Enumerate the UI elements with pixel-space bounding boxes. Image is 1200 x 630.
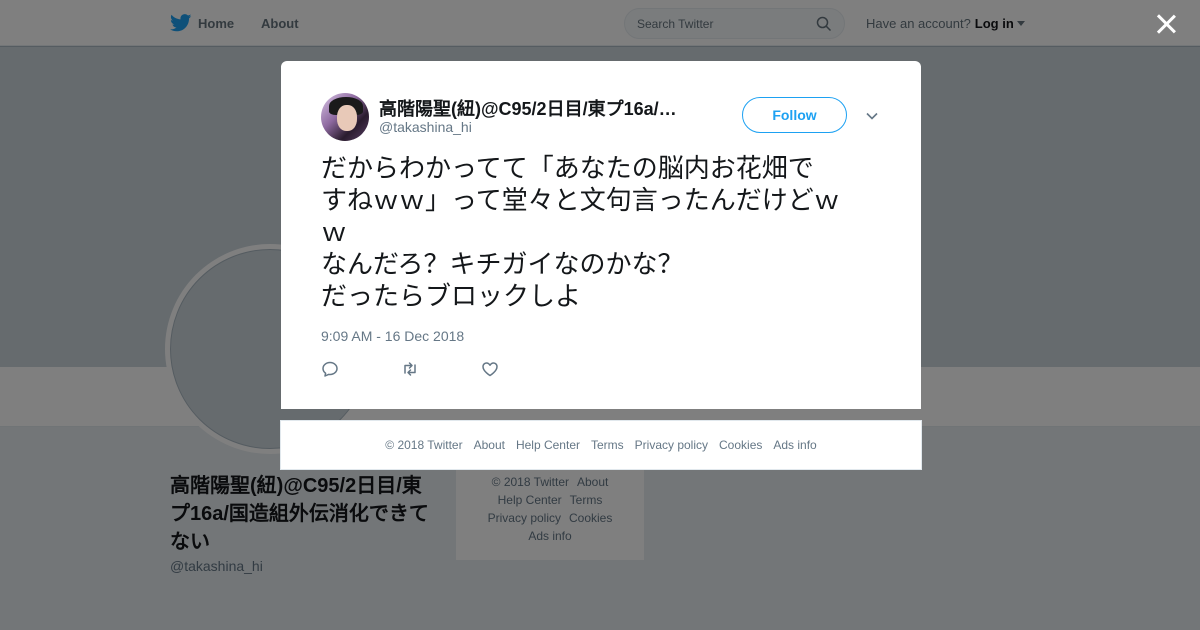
modal-footer: © 2018 Twitter About Help Center Terms P… [280, 420, 922, 470]
footer-privacy-link[interactable]: Privacy policy [635, 438, 708, 452]
author-handle[interactable]: @takashina_hi [379, 119, 472, 135]
tweet-text-line: ｗ [321, 218, 348, 248]
footer-about-link[interactable]: About [474, 438, 505, 452]
chevron-down-icon[interactable] [865, 109, 879, 123]
tweet-modal: 高階陽聖(紐)@C95/2日目/東プ16a/国造組外伝消化できてない @taka… [281, 61, 921, 409]
footer-cookies-link[interactable]: Cookies [719, 438, 762, 452]
retweet-icon [404, 362, 416, 376]
tweet-text-line: なんだろ？キチガイなのかな？ [321, 250, 684, 280]
close-icon[interactable] [1153, 11, 1179, 37]
follow-button[interactable]: Follow [742, 97, 847, 133]
footer-help-link[interactable]: Help Center [516, 438, 580, 452]
tweet-text-line: だったらブロックしよ [321, 282, 582, 312]
author-name[interactable]: 高階陽聖(紐)@C95/2日目/東プ16a/国造組外伝消化できてない [379, 95, 684, 121]
like-button[interactable] [481, 359, 561, 379]
tweet-actions [321, 359, 561, 379]
tweet-timestamp[interactable]: 9:09 AM - 16 Dec 2018 [321, 328, 464, 344]
tweet-text-line: だからわかってて「あなたの脳内お花畑で [321, 154, 814, 184]
footer-ads-link[interactable]: Ads info [773, 438, 816, 452]
footer-copyright: © 2018 Twitter [385, 438, 463, 452]
reply-icon [322, 361, 338, 377]
footer-terms-link[interactable]: Terms [591, 438, 624, 452]
reply-button[interactable] [321, 359, 401, 379]
tweet-text: だからわかってて「あなたの脳内お花畑で すねｗｗ」って堂々と文句言ったんだけどｗ… [321, 153, 886, 313]
tweet-text-line: すねｗｗ」って堂々と文句言ったんだけどｗ [321, 186, 840, 216]
author-avatar[interactable] [321, 93, 369, 141]
like-icon [482, 362, 498, 377]
retweet-button[interactable] [401, 359, 481, 379]
